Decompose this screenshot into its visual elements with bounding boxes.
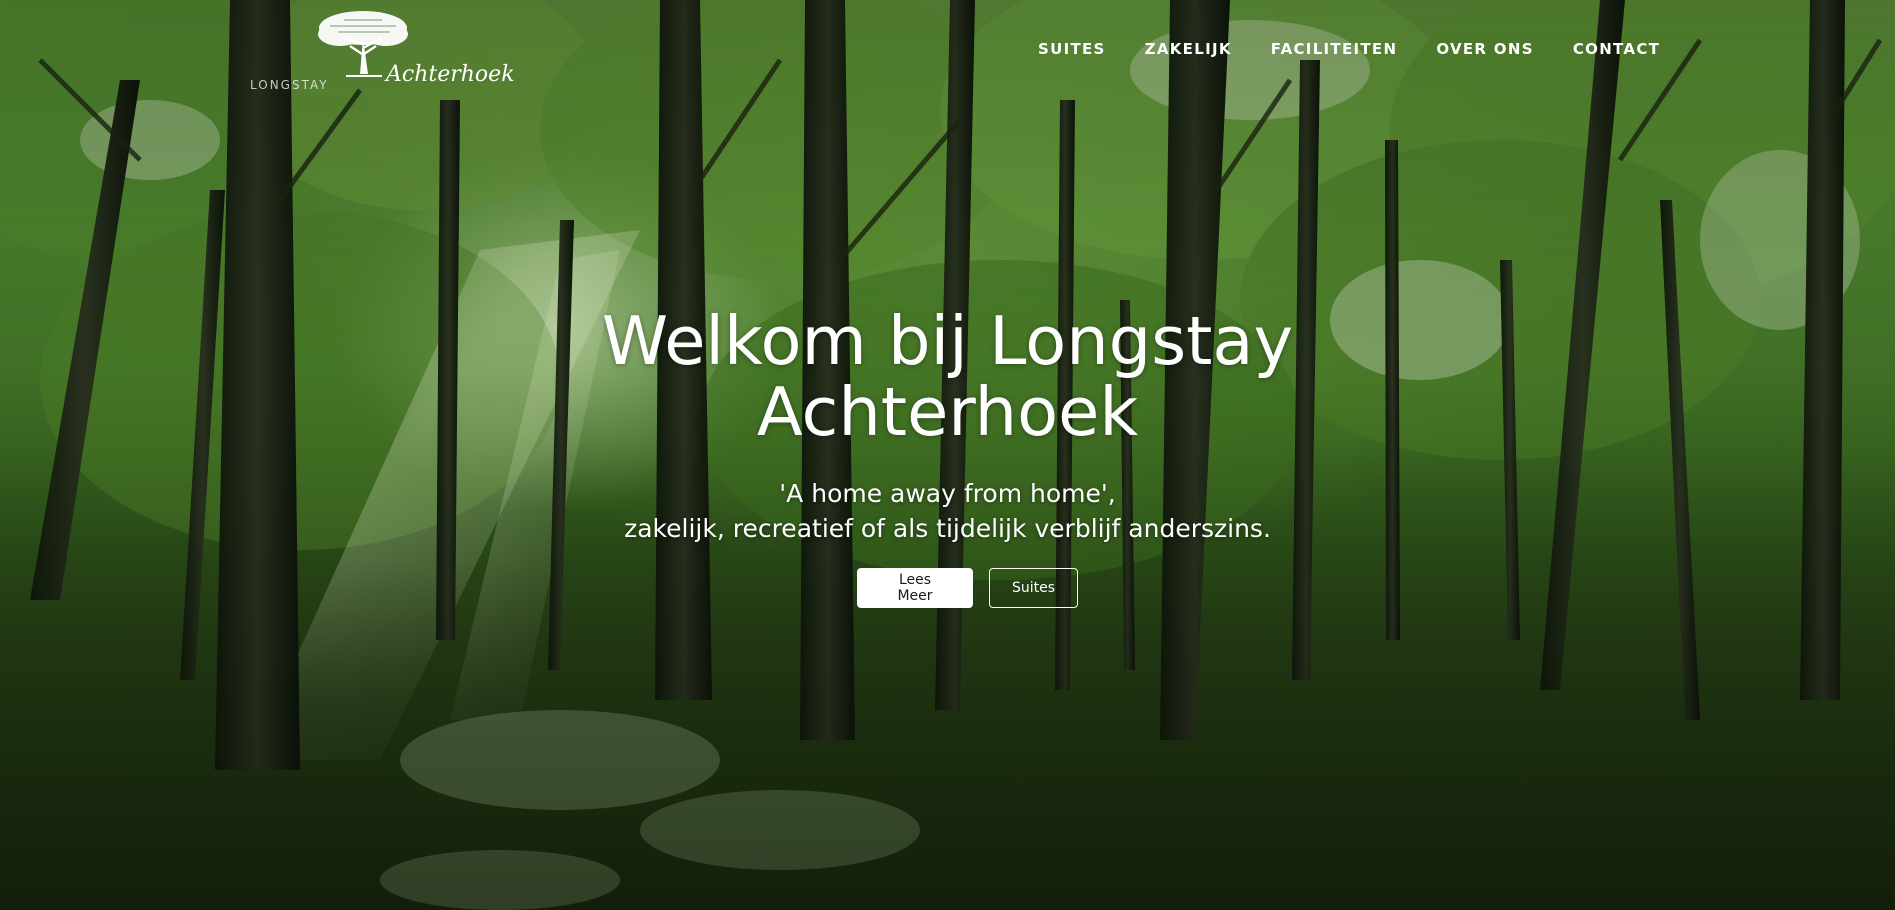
nav-link-over-ons[interactable]: OVER ONS <box>1436 40 1534 58</box>
lees-meer-button[interactable]: Lees Meer <box>857 568 973 608</box>
logo-wordmark-left: LONGSTAY <box>250 78 329 92</box>
nav-link-faciliteiten[interactable]: FACILITEITEN <box>1271 40 1398 58</box>
nav-link-suites[interactable]: SUITES <box>1038 40 1106 58</box>
site-logo[interactable]: LONGSTAY Achterhoek <box>248 8 515 92</box>
hero-actions: Lees Meer Suites <box>0 568 1895 608</box>
suites-button[interactable]: Suites <box>989 568 1078 608</box>
hero-subtitle: 'A home away from home', zakelijk, recre… <box>0 476 1895 546</box>
logo-wordmark-right: Achterhoek <box>386 62 515 87</box>
hero-title: Welkom bij Longstay Achterhoek <box>601 302 1294 451</box>
nav-link-contact[interactable]: CONTACT <box>1573 40 1660 58</box>
main-navigation: SUITES ZAKELIJK FACILITEITEN OVER ONS CO… <box>1038 40 1699 58</box>
hero-subtitle-line-1: 'A home away from home', <box>779 479 1116 508</box>
nav-link-zakelijk[interactable]: ZAKELIJK <box>1145 40 1232 58</box>
hero-content: Welkom bij Longstay Achterhoek 'A home a… <box>0 306 1895 608</box>
hero-subtitle-line-2: zakelijk, recreatief of als tijdelijk ve… <box>624 514 1271 543</box>
hero-section: LONGSTAY Achterhoek SUITES ZAKELIJK FACI… <box>0 0 1895 910</box>
